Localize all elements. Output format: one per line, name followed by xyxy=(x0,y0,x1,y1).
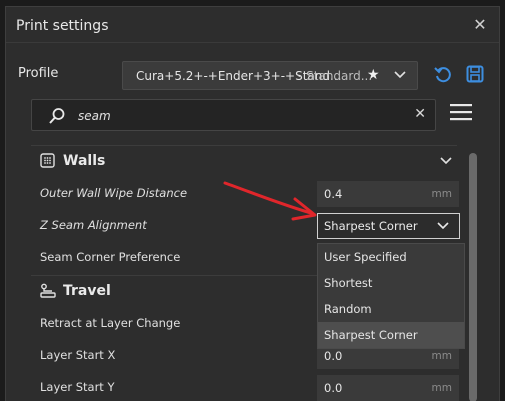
setting-label: Outer Wall Wipe Distance xyxy=(40,186,188,200)
print-settings-panel: Print settings ✕ Profile Cura+5.2+-+Ende… xyxy=(5,6,500,401)
setting-label: Layer Start Y xyxy=(40,380,115,394)
setting-label: Seam Corner Preference xyxy=(40,250,181,264)
title-bar: Print settings ✕ xyxy=(6,7,499,43)
category-travel-label: Travel xyxy=(63,283,111,299)
scrollbar-thumb[interactable] xyxy=(469,153,477,401)
search-icon xyxy=(48,107,66,129)
walls-grid-icon xyxy=(40,153,55,172)
field-value: 0.4 xyxy=(324,187,343,201)
panel-title: Print settings xyxy=(16,18,109,34)
hamburger-menu-icon[interactable] xyxy=(450,103,472,125)
profile-label: Profile xyxy=(18,66,59,81)
setting-label: Z Seam Alignment xyxy=(40,218,147,232)
field-value: 0.0 xyxy=(324,381,343,395)
search-box: ✕ xyxy=(31,99,436,131)
scrollbar xyxy=(469,147,477,401)
chevron-down-icon xyxy=(436,218,450,238)
outer-wall-wipe-input[interactable]: 0.4 mm xyxy=(317,181,459,207)
star-icon[interactable]: ★ xyxy=(367,67,380,83)
category-walls-label: Walls xyxy=(63,153,106,169)
dropdown-option[interactable]: Random xyxy=(318,296,464,322)
setting-label: Layer Start X xyxy=(40,348,116,362)
reset-icon[interactable] xyxy=(433,65,453,89)
chevron-down-icon xyxy=(393,66,407,87)
unit-label: mm xyxy=(431,350,452,362)
save-icon[interactable] xyxy=(466,65,484,87)
search-input[interactable] xyxy=(78,106,398,126)
field-value: 0.0 xyxy=(324,349,343,363)
travel-icon xyxy=(40,283,56,303)
annotation-arrow-icon xyxy=(223,181,317,221)
layer-start-y-input[interactable]: 0.0 mm xyxy=(317,375,459,401)
select-value: Sharpest Corner xyxy=(324,219,418,233)
setting-layer-start-y: Layer Start Y 0.0 mm xyxy=(31,372,459,401)
close-icon[interactable]: ✕ xyxy=(471,16,489,34)
profile-select[interactable]: Cura+5.2+-+Ender+3+-+Stand... - Standard… xyxy=(122,61,418,90)
unit-label: mm xyxy=(431,382,452,394)
chevron-down-icon xyxy=(439,153,453,172)
category-walls[interactable]: Walls xyxy=(31,146,457,176)
clear-search-icon[interactable]: ✕ xyxy=(414,106,426,122)
z-seam-alignment-dropdown-menu: User Specified Shortest Random Sharpest … xyxy=(317,243,465,349)
setting-label: Retract at Layer Change xyxy=(40,316,181,330)
dropdown-option[interactable]: Shortest xyxy=(318,270,464,296)
unit-label: mm xyxy=(431,188,452,200)
dropdown-option-selected[interactable]: Sharpest Corner xyxy=(318,322,464,348)
dropdown-option[interactable]: User Specified xyxy=(318,244,464,270)
profile-suffix: - Standard... xyxy=(298,69,373,83)
z-seam-alignment-select[interactable]: Sharpest Corner xyxy=(317,213,460,239)
